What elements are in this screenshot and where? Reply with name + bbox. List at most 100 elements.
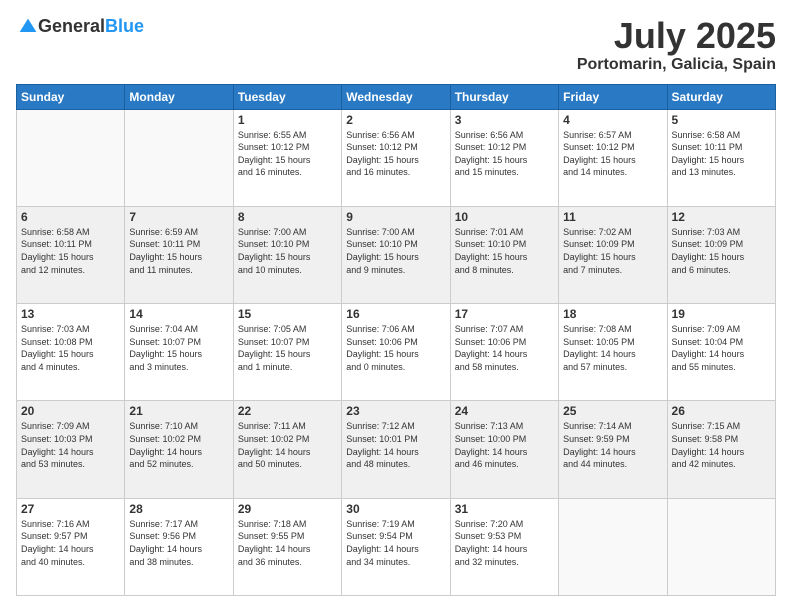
col-thursday: Thursday bbox=[450, 84, 558, 109]
table-row bbox=[17, 109, 125, 206]
day-info: Sunrise: 7:01 AM Sunset: 10:10 PM Daylig… bbox=[455, 226, 554, 276]
day-number: 28 bbox=[129, 502, 228, 516]
day-number: 7 bbox=[129, 210, 228, 224]
table-row: 2Sunrise: 6:56 AM Sunset: 10:12 PM Dayli… bbox=[342, 109, 450, 206]
table-row: 20 Sunrise: 7:09 AM Sunset: 10:03 PM Dayl… bbox=[17, 401, 125, 498]
day-number: 21 bbox=[129, 404, 228, 418]
table-row: 12 Sunrise: 7:03 AM Sunset: 10:09 PM Dayl… bbox=[667, 206, 775, 303]
table-row: 7 Sunrise: 6:59 AM Sunset: 10:11 PM Dayli… bbox=[125, 206, 233, 303]
day-info: Sunrise: 6:58 AM Sunset: 10:11 PM Daylig… bbox=[672, 129, 771, 179]
day-number: 13 bbox=[21, 307, 120, 321]
table-row: 5 Sunrise: 6:58 AM Sunset: 10:11 PM Dayli… bbox=[667, 109, 775, 206]
day-number: 4 bbox=[563, 113, 662, 127]
day-number: 8 bbox=[238, 210, 337, 224]
day-info: Sunrise: 7:00 AM Sunset: 10:10 PM Daylig… bbox=[238, 226, 337, 276]
col-wednesday: Wednesday bbox=[342, 84, 450, 109]
day-number: 19 bbox=[672, 307, 771, 321]
table-row: 29 Sunrise: 7:18 AM Sunset: 9:55 PM Dayli… bbox=[233, 498, 341, 595]
table-row: 10Sunrise: 7:01 AM Sunset: 10:10 PM Dayl… bbox=[450, 206, 558, 303]
calendar-week-row: 6Sunrise: 6:58 AM Sunset: 10:11 PM Dayli… bbox=[17, 206, 776, 303]
calendar-week-row: 20 Sunrise: 7:09 AM Sunset: 10:03 PM Dayl… bbox=[17, 401, 776, 498]
col-saturday: Saturday bbox=[667, 84, 775, 109]
day-info: Sunrise: 7:03 AM Sunset: 10:09 PM Daylig… bbox=[672, 226, 771, 276]
day-number: 18 bbox=[563, 307, 662, 321]
table-row: 24Sunrise: 7:13 AM Sunset: 10:00 PM Dayl… bbox=[450, 401, 558, 498]
day-info: Sunrise: 7:09 AM Sunset: 10:03 PM Daylig… bbox=[21, 420, 120, 470]
col-tuesday: Tuesday bbox=[233, 84, 341, 109]
day-number: 29 bbox=[238, 502, 337, 516]
day-number: 9 bbox=[346, 210, 445, 224]
day-number: 27 bbox=[21, 502, 120, 516]
day-number: 14 bbox=[129, 307, 228, 321]
month-title: July 2025 bbox=[577, 16, 776, 56]
day-number: 3 bbox=[455, 113, 554, 127]
table-row: 27 Sunrise: 7:16 AM Sunset: 9:57 PM Dayli… bbox=[17, 498, 125, 595]
day-number: 23 bbox=[346, 404, 445, 418]
logo-icon bbox=[18, 17, 38, 37]
logo-blue: Blue bbox=[105, 16, 144, 36]
table-row: 17 Sunrise: 7:07 AM Sunset: 10:06 PM Dayl… bbox=[450, 304, 558, 401]
table-row: 19Sunrise: 7:09 AM Sunset: 10:04 PM Dayl… bbox=[667, 304, 775, 401]
table-row: 9 Sunrise: 7:00 AM Sunset: 10:10 PM Dayli… bbox=[342, 206, 450, 303]
day-info: Sunrise: 7:07 AM Sunset: 10:06 PM Daylig… bbox=[455, 323, 554, 373]
table-row: 16 Sunrise: 7:06 AM Sunset: 10:06 PM Dayl… bbox=[342, 304, 450, 401]
table-row: 18Sunrise: 7:08 AM Sunset: 10:05 PM Dayl… bbox=[559, 304, 667, 401]
table-row: 25 Sunrise: 7:14 AM Sunset: 9:59 PM Dayli… bbox=[559, 401, 667, 498]
table-row: 8 Sunrise: 7:00 AM Sunset: 10:10 PM Dayli… bbox=[233, 206, 341, 303]
logo-text: GeneralBlue bbox=[38, 16, 144, 37]
day-number: 1 bbox=[238, 113, 337, 127]
table-row bbox=[559, 498, 667, 595]
day-info: Sunrise: 7:19 AM Sunset: 9:54 PM Dayligh… bbox=[346, 518, 445, 568]
day-number: 15 bbox=[238, 307, 337, 321]
table-row: 26 Sunrise: 7:15 AM Sunset: 9:58 PM Dayli… bbox=[667, 401, 775, 498]
table-row: 14 Sunrise: 7:04 AM Sunset: 10:07 PM Dayl… bbox=[125, 304, 233, 401]
table-row: 30 Sunrise: 7:19 AM Sunset: 9:54 PM Dayli… bbox=[342, 498, 450, 595]
table-row: 31 Sunrise: 7:20 AM Sunset: 9:53 PM Dayli… bbox=[450, 498, 558, 595]
day-info: Sunrise: 6:56 AM Sunset: 10:12 PM Daylig… bbox=[455, 129, 554, 179]
table-row: 6Sunrise: 6:58 AM Sunset: 10:11 PM Dayli… bbox=[17, 206, 125, 303]
day-info: Sunrise: 7:15 AM Sunset: 9:58 PM Dayligh… bbox=[672, 420, 771, 470]
day-info: Sunrise: 7:13 AM Sunset: 10:00 PM Daylig… bbox=[455, 420, 554, 470]
day-number: 11 bbox=[563, 210, 662, 224]
location-title: Portomarin, Galicia, Spain bbox=[577, 56, 776, 74]
title-block: July 2025 Portomarin, Galicia, Spain bbox=[577, 16, 776, 74]
logo-general: General bbox=[38, 16, 105, 36]
table-row: 21Sunrise: 7:10 AM Sunset: 10:02 PM Dayl… bbox=[125, 401, 233, 498]
col-friday: Friday bbox=[559, 84, 667, 109]
day-info: Sunrise: 6:59 AM Sunset: 10:11 PM Daylig… bbox=[129, 226, 228, 276]
day-number: 22 bbox=[238, 404, 337, 418]
table-row bbox=[667, 498, 775, 595]
day-info: Sunrise: 7:14 AM Sunset: 9:59 PM Dayligh… bbox=[563, 420, 662, 470]
day-info: Sunrise: 7:17 AM Sunset: 9:56 PM Dayligh… bbox=[129, 518, 228, 568]
day-info: Sunrise: 7:04 AM Sunset: 10:07 PM Daylig… bbox=[129, 323, 228, 373]
table-row: 15Sunrise: 7:05 AM Sunset: 10:07 PM Dayl… bbox=[233, 304, 341, 401]
day-info: Sunrise: 6:55 AM Sunset: 10:12 PM Daylig… bbox=[238, 129, 337, 179]
day-number: 5 bbox=[672, 113, 771, 127]
col-monday: Monday bbox=[125, 84, 233, 109]
table-row: 4 Sunrise: 6:57 AM Sunset: 10:12 PM Dayli… bbox=[559, 109, 667, 206]
day-info: Sunrise: 7:00 AM Sunset: 10:10 PM Daylig… bbox=[346, 226, 445, 276]
day-info: Sunrise: 7:20 AM Sunset: 9:53 PM Dayligh… bbox=[455, 518, 554, 568]
table-row: 13 Sunrise: 7:03 AM Sunset: 10:08 PM Dayl… bbox=[17, 304, 125, 401]
calendar-week-row: 1 Sunrise: 6:55 AM Sunset: 10:12 PM Dayli… bbox=[17, 109, 776, 206]
day-info: Sunrise: 7:02 AM Sunset: 10:09 PM Daylig… bbox=[563, 226, 662, 276]
day-info: Sunrise: 7:03 AM Sunset: 10:08 PM Daylig… bbox=[21, 323, 120, 373]
day-number: 30 bbox=[346, 502, 445, 516]
calendar-header-row: Sunday Monday Tuesday Wednesday Thursday… bbox=[17, 84, 776, 109]
day-number: 12 bbox=[672, 210, 771, 224]
day-info: Sunrise: 7:18 AM Sunset: 9:55 PM Dayligh… bbox=[238, 518, 337, 568]
logo: GeneralBlue bbox=[16, 16, 144, 37]
day-info: Sunrise: 6:57 AM Sunset: 10:12 PM Daylig… bbox=[563, 129, 662, 179]
table-row: 3 Sunrise: 6:56 AM Sunset: 10:12 PM Dayli… bbox=[450, 109, 558, 206]
day-number: 17 bbox=[455, 307, 554, 321]
day-number: 26 bbox=[672, 404, 771, 418]
day-info: Sunrise: 7:06 AM Sunset: 10:06 PM Daylig… bbox=[346, 323, 445, 373]
col-sunday: Sunday bbox=[17, 84, 125, 109]
calendar-table: Sunday Monday Tuesday Wednesday Thursday… bbox=[16, 84, 776, 596]
day-info: Sunrise: 7:16 AM Sunset: 9:57 PM Dayligh… bbox=[21, 518, 120, 568]
day-number: 16 bbox=[346, 307, 445, 321]
day-number: 2 bbox=[346, 113, 445, 127]
day-number: 25 bbox=[563, 404, 662, 418]
day-number: 31 bbox=[455, 502, 554, 516]
day-number: 20 bbox=[21, 404, 120, 418]
